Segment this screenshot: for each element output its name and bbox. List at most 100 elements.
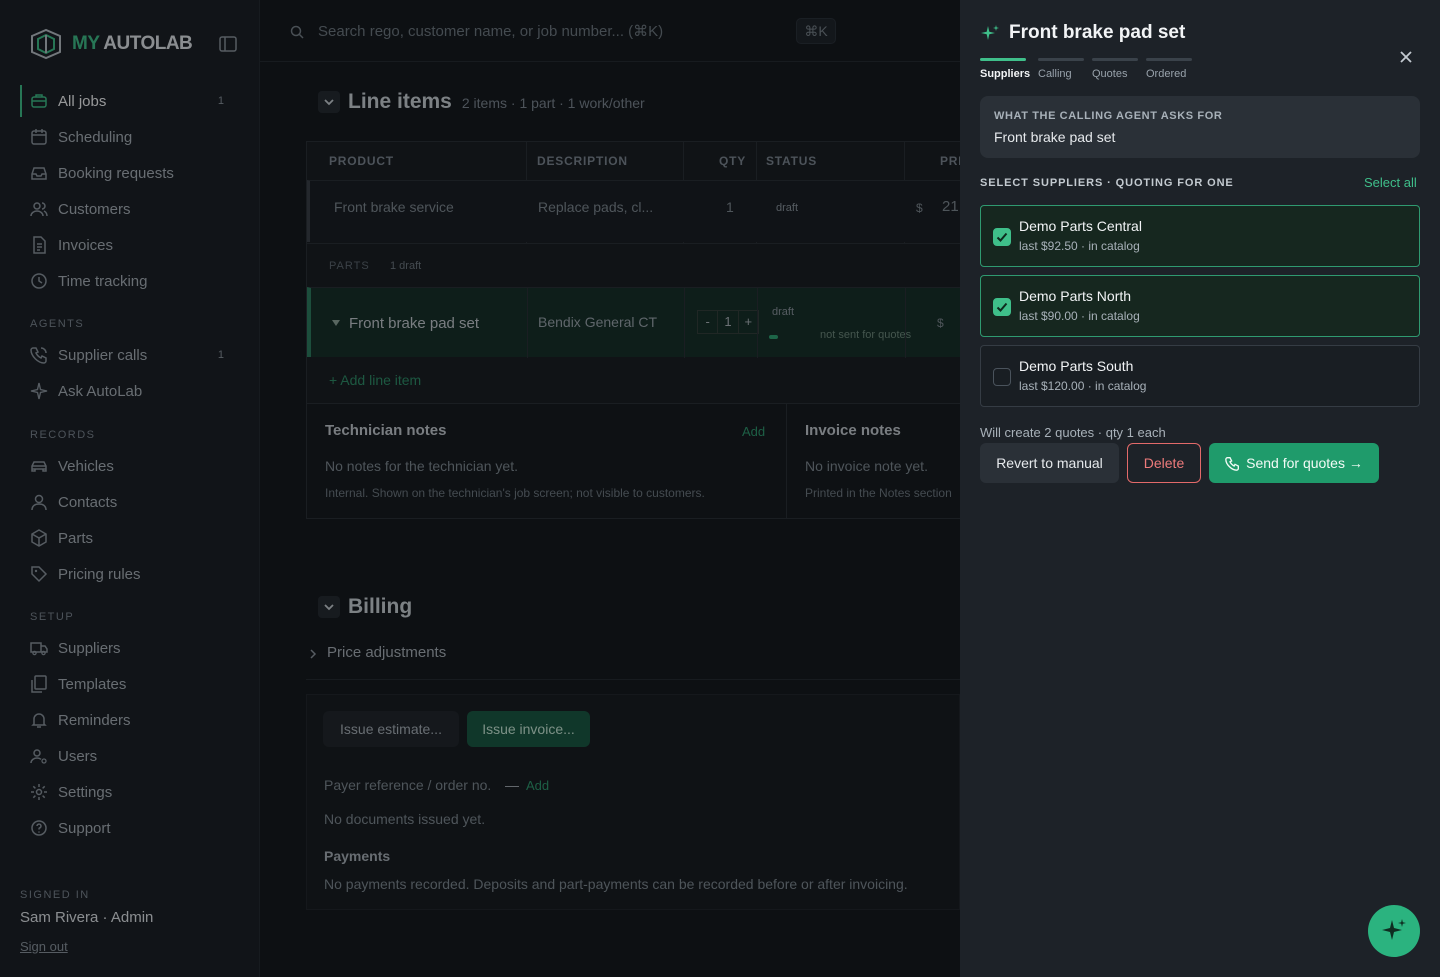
close-icon[interactable] bbox=[1396, 47, 1416, 67]
sidebar-item-all-jobs[interactable]: All jobs 1 bbox=[20, 85, 238, 117]
step-suppliers[interactable]: Suppliers bbox=[980, 58, 1031, 84]
step-label: Calling bbox=[1038, 68, 1072, 80]
briefcase-icon bbox=[31, 94, 47, 108]
billing-collapse-button[interactable] bbox=[318, 596, 340, 618]
currency-symbol: $ bbox=[937, 316, 944, 330]
chevron-down-icon[interactable] bbox=[331, 319, 341, 327]
sidebar-item-label: Invoices bbox=[58, 236, 114, 254]
sidebar-item-suppliers[interactable]: Suppliers bbox=[20, 632, 238, 664]
supplier-option[interactable]: Demo Parts South last $120.00 · in catal… bbox=[980, 345, 1420, 407]
sidebar-item-customers[interactable]: Customers bbox=[20, 193, 238, 225]
sidebar-item-pricing-rules[interactable]: Pricing rules bbox=[20, 558, 238, 590]
search-icon bbox=[290, 25, 304, 39]
delete-button[interactable]: Delete bbox=[1127, 443, 1201, 483]
clock-icon bbox=[31, 273, 47, 289]
sidebar-item-supplier-calls[interactable]: Supplier calls 1 bbox=[20, 339, 238, 371]
sidebar-item-booking-requests[interactable]: Booking requests bbox=[20, 157, 238, 189]
price-adjustments-toggle[interactable]: Price adjustments bbox=[327, 644, 446, 661]
sidebar-item-templates[interactable]: Templates bbox=[20, 668, 238, 700]
table-row-selected[interactable]: Front brake pad set Bendix General CT - … bbox=[307, 287, 960, 358]
issue-estimate-button[interactable]: Issue estimate... bbox=[323, 711, 459, 747]
step-label: Suppliers bbox=[980, 68, 1031, 80]
sidebar-toggle-icon[interactable] bbox=[218, 34, 238, 54]
line-items-collapse-button[interactable] bbox=[318, 91, 340, 113]
sidebar-item-label: Parts bbox=[58, 529, 94, 547]
search-input[interactable]: Search rego, customer name, or job numbe… bbox=[318, 22, 663, 40]
column-divider bbox=[527, 288, 528, 358]
sidebar-item-label: Reminders bbox=[58, 711, 131, 729]
supplier-meta: last $120.00 · in catalog bbox=[1019, 379, 1147, 393]
count-badge: 1 bbox=[217, 349, 224, 361]
status-badge: draft bbox=[776, 202, 799, 214]
search-bar[interactable]: Search rego, customer name, or job numbe… bbox=[260, 0, 960, 62]
sidebar-item-label: Ask AutoLab bbox=[58, 382, 143, 400]
checkmark-icon bbox=[996, 232, 1008, 242]
supplier-checkbox[interactable] bbox=[993, 368, 1011, 386]
brand-logo[interactable]: MY AUTOLAB bbox=[28, 28, 238, 60]
section-label-setup: SETUP bbox=[30, 611, 75, 623]
sidebar-item-label: Templates bbox=[58, 675, 127, 693]
sidebar-item-scheduling[interactable]: Scheduling bbox=[20, 121, 238, 153]
tag-icon bbox=[31, 566, 48, 583]
sidebar-item-invoices[interactable]: Invoices bbox=[20, 229, 238, 261]
quote-status: not sent for quotes bbox=[820, 329, 912, 341]
sidebar-item-time-tracking[interactable]: Time tracking bbox=[20, 265, 238, 297]
chevron-right-icon[interactable] bbox=[308, 648, 318, 660]
supplier-meta: last $92.50 · in catalog bbox=[1019, 239, 1140, 253]
supplier-name: Demo Parts South bbox=[1019, 358, 1134, 374]
add-line-item-button[interactable]: + Add line item bbox=[329, 372, 421, 388]
calendar-icon bbox=[31, 129, 47, 145]
drawer-title: Front brake pad set bbox=[1009, 22, 1186, 43]
template-icon bbox=[31, 675, 47, 693]
revert-to-manual-button[interactable]: Revert to manual bbox=[980, 443, 1119, 483]
step-label: Ordered bbox=[1146, 68, 1187, 80]
step-label: Quotes bbox=[1092, 68, 1128, 80]
invoice-notes-title: Invoice notes bbox=[805, 422, 901, 439]
send-for-quotes-button[interactable]: Send for quotes → bbox=[1209, 443, 1379, 483]
sidebar-item-label: Time tracking bbox=[58, 272, 148, 290]
quote-summary: Will create 2 quotes · qty 1 each bbox=[980, 425, 1166, 440]
divider bbox=[306, 679, 960, 680]
users-cog-icon bbox=[30, 749, 47, 764]
step-bar bbox=[980, 58, 1026, 61]
quantity-value[interactable]: 1 bbox=[718, 311, 739, 333]
sidebar-item-reminders[interactable]: Reminders bbox=[20, 704, 238, 736]
sidebar-item-contacts[interactable]: Contacts bbox=[20, 486, 238, 518]
supplier-option[interactable]: Demo Parts North last $90.00 · in catalo… bbox=[980, 275, 1420, 337]
payer-reference-add-button[interactable]: Add bbox=[526, 778, 549, 793]
supplier-checkbox[interactable] bbox=[993, 298, 1011, 316]
issue-invoice-button[interactable]: Issue invoice... bbox=[467, 711, 590, 747]
step-ordered[interactable]: Ordered bbox=[1146, 58, 1192, 84]
ai-assistant-button[interactable] bbox=[1368, 905, 1420, 957]
increment-button[interactable]: + bbox=[739, 311, 758, 333]
sidebar-item-users[interactable]: Users bbox=[20, 740, 238, 772]
table-row[interactable]: Front brake service Replace pads, cl... … bbox=[307, 180, 960, 242]
step-bar bbox=[1146, 58, 1192, 61]
select-all-button[interactable]: Select all bbox=[1364, 175, 1417, 190]
signed-in-user: Sam Rivera · Admin bbox=[20, 909, 154, 926]
sidebar-item-settings[interactable]: Settings bbox=[20, 776, 238, 808]
section-label-records: RECORDS bbox=[30, 429, 96, 441]
line-items-table: PRODUCT DESCRIPTION QTY STATUS PRI Front… bbox=[306, 141, 960, 519]
invoice-notes: Invoice notes No invoice note yet. Print… bbox=[787, 404, 960, 518]
sparkle-icon bbox=[30, 382, 48, 400]
step-calling[interactable]: Calling bbox=[1038, 58, 1084, 84]
supplier-name: Demo Parts North bbox=[1019, 288, 1132, 304]
supplier-option[interactable]: Demo Parts Central last $92.50 · in cata… bbox=[980, 205, 1420, 267]
sidebar-item-support[interactable]: Support bbox=[20, 812, 238, 844]
payments-title: Payments bbox=[324, 848, 391, 864]
step-quotes[interactable]: Quotes bbox=[1092, 58, 1138, 84]
sidebar-item-vehicles[interactable]: Vehicles bbox=[20, 450, 238, 482]
decrement-button[interactable]: - bbox=[698, 311, 719, 333]
sign-out-link[interactable]: Sign out bbox=[20, 939, 68, 954]
section-label-agents: AGENTS bbox=[30, 318, 85, 330]
quantity-stepper[interactable]: - 1 + bbox=[697, 310, 759, 334]
sidebar-item-parts[interactable]: Parts bbox=[20, 522, 238, 554]
phone-icon bbox=[30, 347, 47, 364]
column-header-description: DESCRIPTION bbox=[537, 154, 628, 168]
add-technician-note-button[interactable]: Add bbox=[742, 424, 765, 439]
select-suppliers-heading: SELECT SUPPLIERS · QUOTING FOR ONE bbox=[980, 177, 1234, 189]
sidebar-item-ask-autolab[interactable]: Ask AutoLab bbox=[20, 375, 238, 407]
supplier-name: Demo Parts Central bbox=[1019, 218, 1142, 234]
supplier-checkbox[interactable] bbox=[993, 228, 1011, 246]
